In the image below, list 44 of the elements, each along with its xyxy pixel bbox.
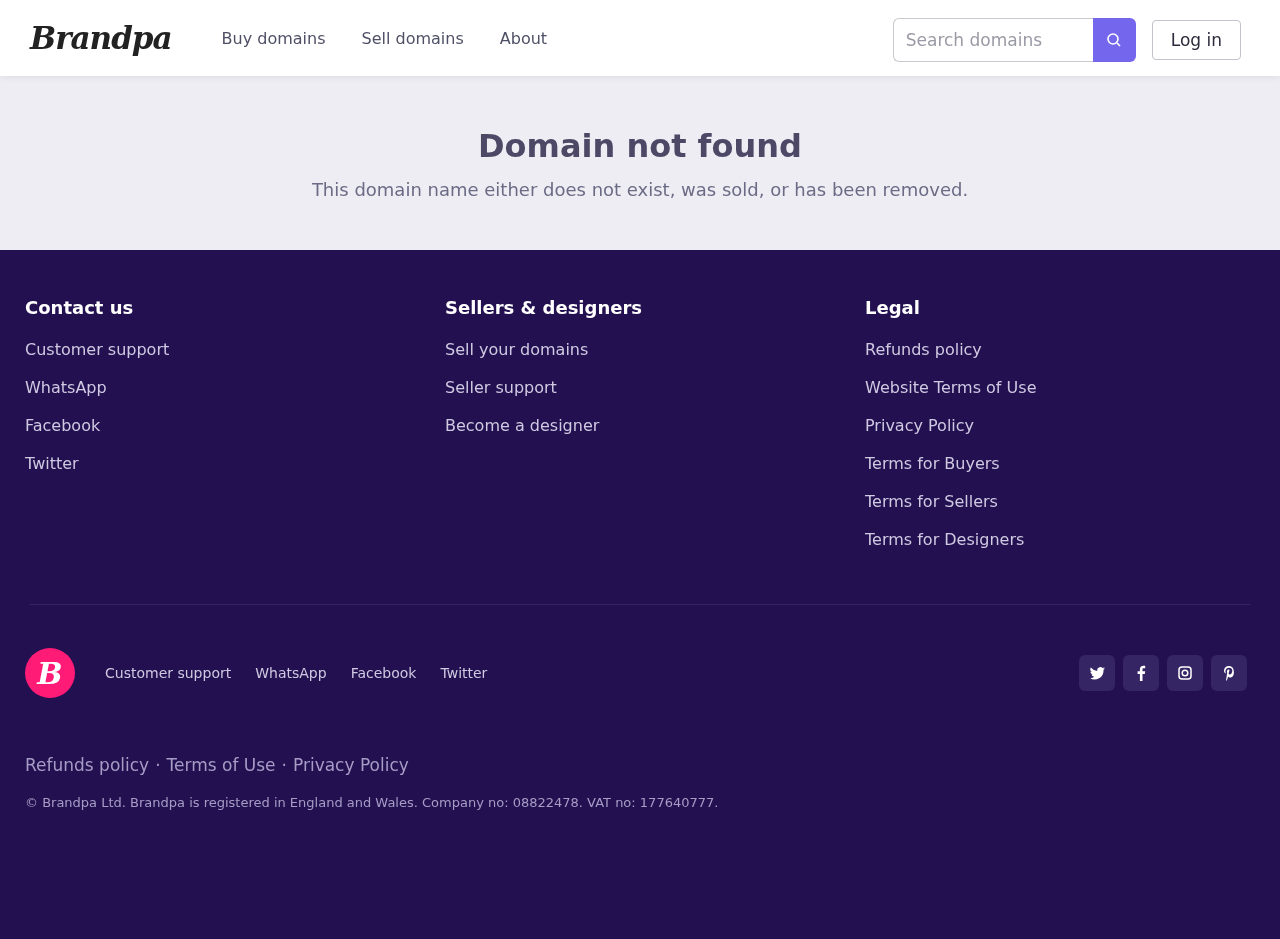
social-button[interactable] (1123, 655, 1159, 691)
footer-link[interactable]: Facebook (25, 416, 445, 454)
separator-dot: · (155, 755, 161, 775)
nav-link[interactable]: About (499, 28, 548, 48)
page-title: Domain not found (478, 126, 802, 165)
page-message: This domain name either does not exist, was sold, or has been removed. (311, 178, 969, 200)
footer-link[interactable]: Customer support (105, 665, 232, 681)
login-button[interactable]: Log in (1151, 20, 1241, 60)
footer-link[interactable]: Sell your domains (445, 340, 865, 378)
footer-link[interactable]: Customer support (25, 340, 445, 378)
social-button[interactable] (1211, 655, 1247, 691)
legal-link[interactable]: Refunds policy (25, 755, 150, 775)
footer-link[interactable]: Refunds policy (865, 340, 1255, 378)
social-button[interactable] (1079, 655, 1115, 691)
pinterest-icon (1221, 665, 1237, 681)
footer-link[interactable]: Terms for Designers (865, 530, 1255, 568)
footer-link[interactable]: Become a designer (445, 416, 865, 454)
brand-logo[interactable]: Brandpa (30, 20, 172, 56)
nav-link[interactable]: Sell domains (361, 28, 464, 48)
column-heading: Legal (865, 297, 921, 318)
footer-link[interactable]: Privacy Policy (865, 416, 1255, 454)
footer-link[interactable]: Facebook (350, 665, 417, 681)
footer-link[interactable]: Twitter (440, 665, 488, 681)
instagram-icon (1177, 665, 1193, 681)
footer-link[interactable]: Terms for Buyers (865, 454, 1255, 492)
column-heading: Sellers & designers (445, 297, 643, 318)
footer-link[interactable]: Seller support (445, 378, 865, 416)
twitter-icon (1089, 665, 1105, 681)
footer-link[interactable]: WhatsApp (25, 378, 445, 416)
column-heading: Contact us (25, 297, 135, 318)
footer-link[interactable]: Website Terms of Use (865, 378, 1255, 416)
legal-link[interactable]: Terms of Use (166, 755, 276, 775)
footer-link[interactable]: Terms for Sellers (865, 492, 1255, 530)
footer-link[interactable]: Twitter (25, 454, 445, 492)
footer-link[interactable]: WhatsApp (255, 665, 327, 681)
copyright-text: © Brandpa Ltd. Brandpa is registered in England and Wales. Company no: 08822478. VAT no: 177640777. (24, 794, 720, 810)
logo-mark[interactable]: B (25, 648, 75, 698)
separator-dot: · (281, 755, 287, 775)
search-button[interactable] (1092, 18, 1136, 62)
search-icon (1106, 32, 1123, 48)
social-button[interactable] (1167, 655, 1203, 691)
nav-link[interactable]: Buy domains (221, 28, 326, 48)
search-field[interactable]: Search domains (892, 18, 1093, 62)
legal-link[interactable]: Privacy Policy (292, 755, 409, 775)
